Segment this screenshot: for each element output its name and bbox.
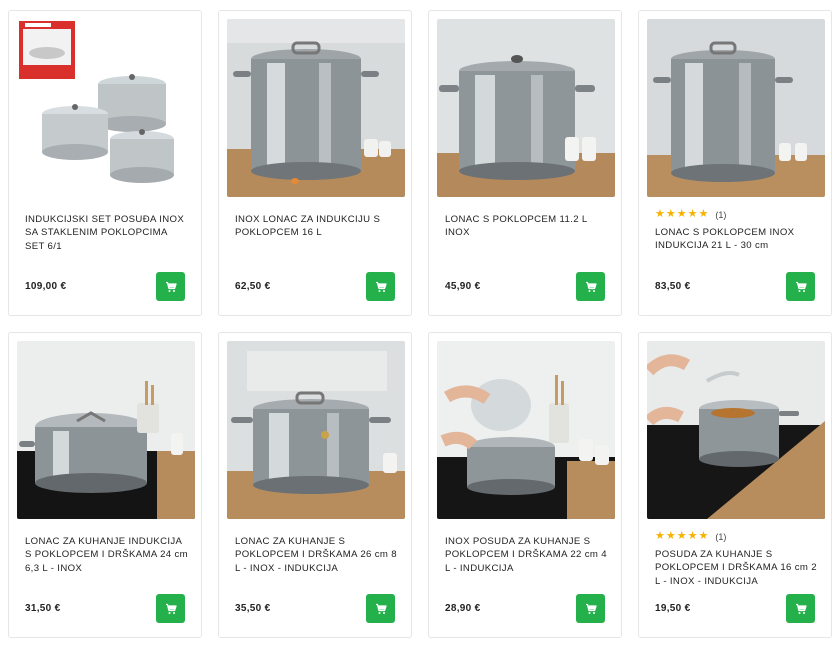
product-title[interactable]: LONAC S POKLOPCEM INOX INDUKCIJA 21 L - … xyxy=(655,226,819,253)
product-card[interactable]: ★ ★ ★ ★ ★ (1) LONAC S POKLOPCEM INOX IND… xyxy=(638,10,832,316)
shopping-cart-icon xyxy=(375,281,387,292)
shopping-cart-icon xyxy=(375,603,387,614)
product-card[interactable]: INOX POSUDA ZA KUHANJE S POKLOPCEM I DRŠ… xyxy=(428,332,622,638)
product-title[interactable]: INOX LONAC ZA INDUKCIJU S POKLOPCEM 16 L xyxy=(235,213,399,240)
star-icon: ★ xyxy=(655,208,665,220)
rating-count[interactable]: (1) xyxy=(715,532,726,542)
star-rating: ★ ★ ★ ★ ★ (1) xyxy=(655,531,726,542)
product-price: 45,90 € xyxy=(445,281,481,292)
star-icon: ★ xyxy=(687,208,698,220)
product-image[interactable] xyxy=(647,19,825,197)
product-price: 83,50 € xyxy=(655,281,691,292)
add-to-cart-button[interactable] xyxy=(576,272,605,301)
add-to-cart-button[interactable] xyxy=(156,594,185,623)
add-to-cart-button[interactable] xyxy=(366,272,395,301)
cooking-pot-icon xyxy=(437,341,615,519)
rating-count[interactable]: (1) xyxy=(715,210,726,220)
product-image[interactable] xyxy=(437,19,615,197)
product-price: 109,00 € xyxy=(25,281,67,292)
product-title[interactable]: LONAC ZA KUHANJE INDUKCIJA S POKLOPCEM I… xyxy=(25,535,189,575)
pot-set-icon xyxy=(17,19,195,197)
stock-pot-icon xyxy=(227,19,405,197)
product-card[interactable]: LONAC ZA KUHANJE INDUKCIJA S POKLOPCEM I… xyxy=(8,332,202,638)
product-card[interactable]: LONAC S POKLOPCEM 11.2 L INOX 45,90 € xyxy=(428,10,622,316)
add-to-cart-button[interactable] xyxy=(786,272,815,301)
star-icon: ★ xyxy=(698,530,709,542)
add-to-cart-button[interactable] xyxy=(366,594,395,623)
product-price: 19,50 € xyxy=(655,603,691,614)
product-image[interactable] xyxy=(437,341,615,519)
star-icon: ★ xyxy=(676,208,687,220)
star-icon: ★ xyxy=(698,208,709,220)
shopping-cart-icon xyxy=(795,281,807,292)
product-card[interactable]: ★ ★ ★ ★ ★ (1) POSUDA ZA KUHANJE S POKLOP… xyxy=(638,332,832,638)
star-icon: ★ xyxy=(665,208,676,220)
cooking-pot-icon xyxy=(227,341,405,519)
add-to-cart-button[interactable] xyxy=(156,272,185,301)
product-price: 62,50 € xyxy=(235,281,271,292)
cooking-pot-icon xyxy=(17,341,195,519)
star-icon: ★ xyxy=(687,530,698,542)
product-image[interactable] xyxy=(227,19,405,197)
shopping-cart-icon xyxy=(585,281,597,292)
product-title[interactable]: INDUKCIJSKI SET POSUĐA INOX SA STAKLENIM… xyxy=(25,213,189,253)
stock-pot-icon xyxy=(437,19,615,197)
add-to-cart-button[interactable] xyxy=(576,594,605,623)
product-grid: INDUKCIJSKI SET POSUĐA INOX SA STAKLENIM… xyxy=(8,10,832,638)
product-image[interactable] xyxy=(227,341,405,519)
star-rating: ★ ★ ★ ★ ★ (1) xyxy=(655,209,726,220)
product-image[interactable] xyxy=(17,341,195,519)
stock-pot-icon xyxy=(647,19,825,197)
shopping-cart-icon xyxy=(165,603,177,614)
add-to-cart-button[interactable] xyxy=(786,594,815,623)
product-title[interactable]: INOX POSUDA ZA KUHANJE S POKLOPCEM I DRŠ… xyxy=(445,535,609,575)
product-card[interactable]: LONAC ZA KUHANJE S POKLOPCEM I DRŠKAMA 2… xyxy=(218,332,412,638)
star-icon: ★ xyxy=(655,530,665,542)
product-title[interactable]: LONAC S POKLOPCEM 11.2 L INOX xyxy=(445,213,609,240)
star-icon: ★ xyxy=(665,530,676,542)
product-price: 35,50 € xyxy=(235,603,271,614)
product-price: 31,50 € xyxy=(25,603,61,614)
product-card[interactable]: INOX LONAC ZA INDUKCIJU S POKLOPCEM 16 L… xyxy=(218,10,412,316)
product-image[interactable] xyxy=(17,19,195,197)
shopping-cart-icon xyxy=(165,281,177,292)
product-image[interactable] xyxy=(647,341,825,519)
product-title[interactable]: POSUDA ZA KUHANJE S POKLOPCEM I DRŠKAMA … xyxy=(655,548,819,588)
product-title[interactable]: LONAC ZA KUHANJE S POKLOPCEM I DRŠKAMA 2… xyxy=(235,535,399,575)
product-card[interactable]: INDUKCIJSKI SET POSUĐA INOX SA STAKLENIM… xyxy=(8,10,202,316)
product-price: 28,90 € xyxy=(445,603,481,614)
cooking-pot-icon xyxy=(647,341,825,519)
shopping-cart-icon xyxy=(585,603,597,614)
star-icon: ★ xyxy=(676,530,687,542)
shopping-cart-icon xyxy=(795,603,807,614)
